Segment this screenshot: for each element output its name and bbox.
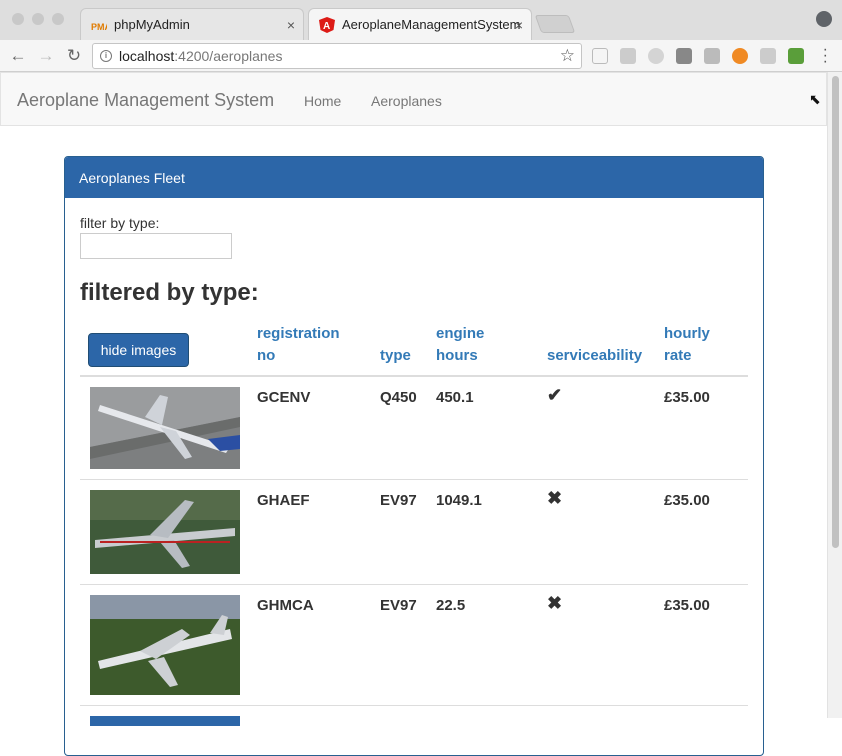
hourly-rate-cell: £35.00 bbox=[664, 597, 710, 614]
filter-type-input[interactable] bbox=[80, 233, 232, 259]
nav-aeroplanes[interactable]: Aeroplanes bbox=[371, 93, 442, 109]
back-icon[interactable]: ← bbox=[8, 46, 28, 66]
type-cell: Q450 bbox=[380, 389, 417, 406]
forward-icon[interactable]: → bbox=[36, 46, 56, 66]
svg-text:A: A bbox=[323, 21, 330, 32]
engine-hours-cell: 1049.1 bbox=[436, 492, 482, 509]
type-cell: EV97 bbox=[380, 492, 417, 509]
panel-heading: Aeroplanes Fleet bbox=[65, 157, 763, 198]
extension-icon[interactable] bbox=[592, 48, 608, 64]
check-icon: ✔ bbox=[547, 385, 563, 405]
browser-tabstrip: PMA phpMyAdmin × A AeroplaneManagementSy… bbox=[0, 0, 842, 40]
tab-label: phpMyAdmin bbox=[114, 17, 190, 32]
header-type[interactable]: type bbox=[380, 345, 411, 367]
registration-cell: GHMCA bbox=[257, 597, 314, 614]
engine-hours-cell: 22.5 bbox=[436, 597, 466, 614]
table-row bbox=[80, 706, 748, 726]
profile-icon[interactable] bbox=[816, 11, 832, 27]
aeroplane-image bbox=[90, 387, 240, 469]
window-minimize-icon[interactable] bbox=[32, 13, 44, 25]
table-row: GHAEF EV97 1049.1 ✖ £35.00 bbox=[80, 480, 748, 585]
new-tab-button[interactable] bbox=[534, 15, 576, 33]
url-path: :4200/aeroplanes bbox=[174, 48, 283, 64]
nav-home[interactable]: Home bbox=[304, 93, 341, 109]
tab-phpmyadmin[interactable]: PMA phpMyAdmin × bbox=[80, 8, 304, 40]
info-icon[interactable]: i bbox=[100, 50, 112, 62]
scrollbar-thumb[interactable] bbox=[832, 76, 839, 548]
url-host: localhost bbox=[119, 48, 175, 64]
cors-extension-icon[interactable] bbox=[788, 48, 804, 64]
address-bar[interactable]: i localhost:4200/aeroplanes ☆ bbox=[92, 43, 582, 69]
registration-cell: GCENV bbox=[257, 389, 311, 406]
filtered-title: filtered by type: bbox=[80, 279, 259, 306]
table-row: GHMCA EV97 22.5 ✖ £35.00 bbox=[80, 585, 748, 706]
cross-icon: ✖ bbox=[547, 488, 563, 508]
hourly-rate-cell: £35.00 bbox=[664, 492, 710, 509]
angular-icon: A bbox=[319, 16, 335, 33]
hourly-rate-cell: £35.00 bbox=[664, 389, 710, 406]
app-navbar: Aeroplane Management System Home Aeropla… bbox=[0, 72, 827, 126]
browser-menu-icon[interactable]: · · · bbox=[823, 42, 828, 70]
header-registration[interactable]: registration no bbox=[257, 323, 340, 367]
bookmark-star-icon[interactable]: ☆ bbox=[560, 46, 575, 66]
table-row: GCENV Q450 450.1 ✔ £35.00 bbox=[80, 377, 748, 480]
extension-icon[interactable] bbox=[760, 48, 776, 64]
type-cell: EV97 bbox=[380, 597, 417, 614]
reload-icon[interactable]: ↻ bbox=[64, 46, 84, 66]
cursor-icon: ⬉ bbox=[809, 91, 821, 107]
header-engine-hours[interactable]: engine hours bbox=[436, 323, 484, 367]
tab-aeroplane-system[interactable]: A AeroplaneManagementSystem × bbox=[308, 8, 532, 40]
window-zoom-icon[interactable] bbox=[52, 13, 64, 25]
aeroplane-image bbox=[90, 490, 240, 574]
page-scrollbar[interactable] bbox=[827, 72, 842, 718]
tab-label: AeroplaneManagementSystem bbox=[342, 17, 521, 32]
header-serviceability[interactable]: serviceability bbox=[547, 345, 642, 367]
cross-icon: ✖ bbox=[547, 593, 563, 613]
header-hourly-rate[interactable]: hourly rate bbox=[664, 323, 710, 367]
extension-icon[interactable] bbox=[704, 48, 720, 64]
extension-icon[interactable] bbox=[648, 48, 664, 64]
filter-label: filter by type: bbox=[80, 215, 160, 231]
extension-icon[interactable] bbox=[620, 48, 636, 64]
browser-toolbar: ← → ↻ i localhost:4200/aeroplanes ☆ · · · bbox=[0, 40, 842, 72]
fleet-panel: Aeroplanes Fleet filter by type: filtere… bbox=[64, 156, 764, 756]
extension-icon[interactable] bbox=[676, 48, 692, 64]
extension-icon[interactable] bbox=[732, 48, 748, 64]
brand-link[interactable]: Aeroplane Management System bbox=[17, 90, 274, 111]
aeroplane-image bbox=[90, 595, 240, 695]
close-tab-icon[interactable]: × bbox=[287, 17, 295, 33]
registration-cell: GHAEF bbox=[257, 492, 310, 509]
close-tab-icon[interactable]: × bbox=[515, 17, 523, 33]
svg-text:PMA: PMA bbox=[91, 22, 107, 32]
window-close-icon[interactable] bbox=[12, 13, 24, 25]
phpmyadmin-icon: PMA bbox=[91, 17, 112, 33]
hide-images-button[interactable]: hide images bbox=[88, 333, 189, 367]
engine-hours-cell: 450.1 bbox=[436, 389, 474, 406]
